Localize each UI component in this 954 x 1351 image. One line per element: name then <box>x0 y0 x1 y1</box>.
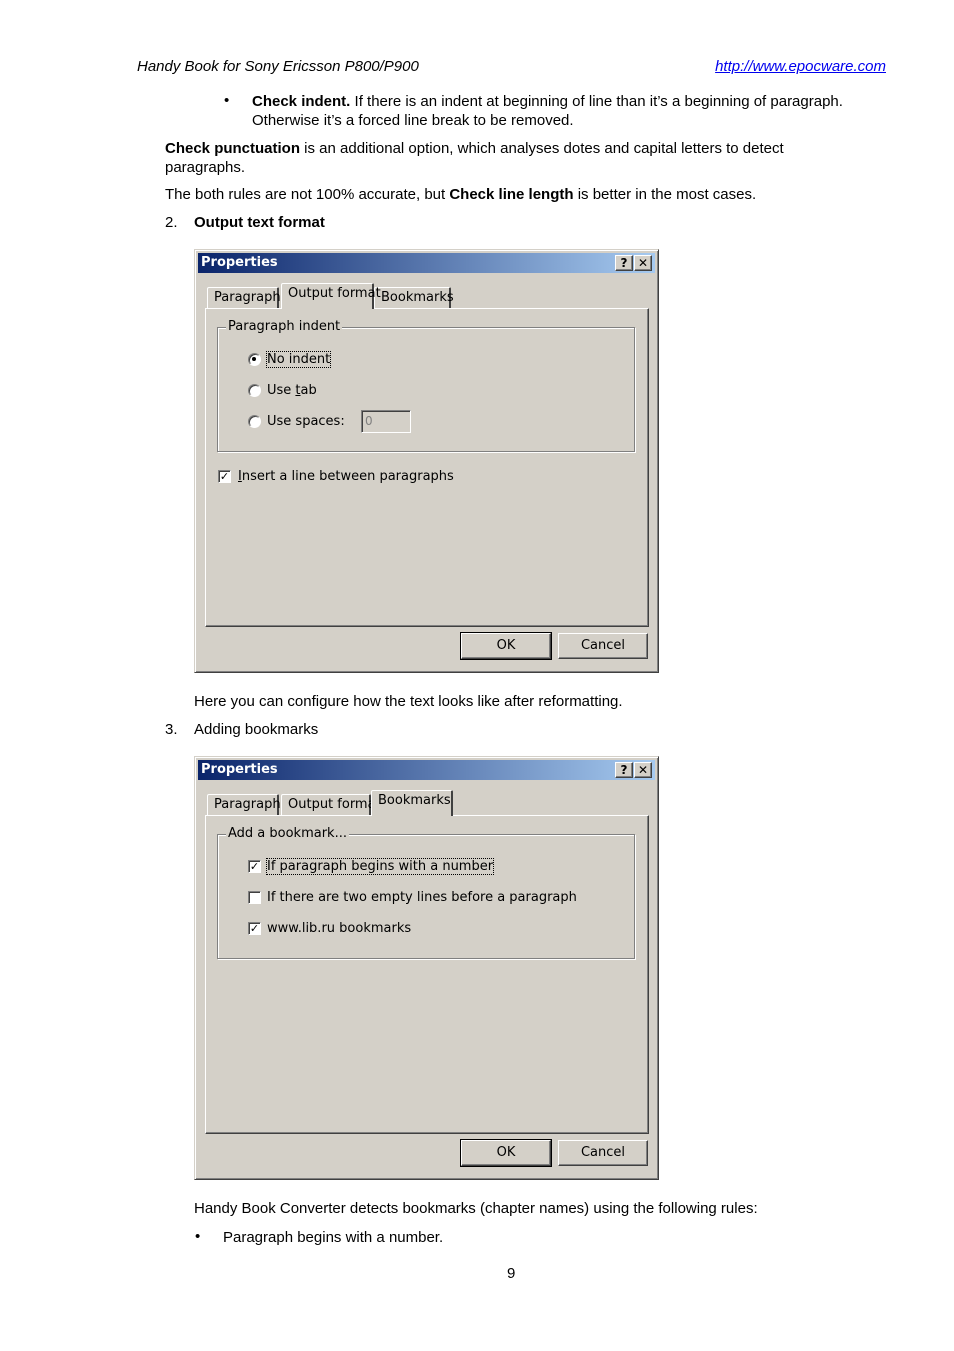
use-tab-pre: Use <box>267 383 296 398</box>
running-header-title: Handy Book for Sony Ericsson P800/P900 <box>137 58 419 75</box>
bullet-begins-number: Paragraph begins with a number. <box>223 1229 444 1246</box>
tab-output-format[interactable]: Output format <box>281 283 381 309</box>
help-icon[interactable]: ? <box>615 762 633 778</box>
paragraph-check-punctuation: Check punctuation is an additional optio… <box>165 139 784 177</box>
dialog-title: Properties <box>201 255 278 270</box>
checkbox-libru-bookmarks[interactable]: ✓ <box>248 922 261 935</box>
checkbox-begins-number[interactable]: ✓ <box>248 860 261 873</box>
bullet-check-indent: Check indent. If there is an indent at b… <box>252 92 843 130</box>
heading-adding-bookmarks: Adding bookmarks <box>194 721 319 738</box>
dialog-titlebar: Properties ? ✕ <box>198 253 655 273</box>
radio-use-spaces[interactable] <box>248 415 261 428</box>
insert-rest: nsert a line between paragraphs <box>241 469 454 484</box>
ok-button[interactable]: OK <box>460 632 552 660</box>
checkbox-label-insert-line[interactable]: Insert a line between paragraphs <box>238 469 454 484</box>
list-number-2: 2. <box>165 214 178 231</box>
ok-button[interactable]: OK <box>460 1139 552 1167</box>
list-number-3: 3. <box>165 721 178 738</box>
checkbox-insert-line[interactable]: ✓ <box>218 470 231 483</box>
dialog-title: Properties <box>201 762 278 777</box>
check-indent-desc: If there is an indent at beginning of li… <box>350 93 843 110</box>
check-punctuation-desc-line2: paragraphs. <box>165 159 246 176</box>
checkbox-label-two-empty-lines[interactable]: If there are two empty lines before a pa… <box>267 890 577 905</box>
checkbox-label-libru-bookmarks[interactable]: www.lib.ru bookmarks <box>267 921 411 936</box>
radio-use-tab[interactable] <box>248 384 261 397</box>
tab-output-format[interactable]: Output format <box>281 794 381 816</box>
checkbox-two-empty-lines[interactable] <box>248 891 261 904</box>
cancel-button[interactable]: Cancel <box>558 633 648 659</box>
check-line-length-term: Check line length <box>449 186 574 203</box>
paragraph-bookmark-rules: Handy Book Converter detects bookmarks (… <box>194 1200 758 1217</box>
bullet-marker: • <box>195 1228 201 1245</box>
use-tab-post: ab <box>300 383 317 398</box>
both-rules-b: is better in the most cases. <box>573 186 757 203</box>
page-number: 9 <box>507 1265 516 1282</box>
tab-paragraph[interactable]: Paragraph <box>207 287 281 309</box>
check-punctuation-desc: is an additional option, which analyses … <box>300 140 784 157</box>
heading-output-text-format: Output text format <box>194 214 325 231</box>
paragraph-both-rules: The both rules are not 100% accurate, bu… <box>165 185 756 204</box>
spaces-count-input[interactable]: 0 <box>361 410 411 433</box>
both-rules-a: The both rules are not 100% accurate, bu… <box>165 186 450 203</box>
header-website-link[interactable]: http://www.epocware.com <box>715 58 886 75</box>
tab-paragraph[interactable]: Paragraph <box>207 794 281 816</box>
bullet-marker: • <box>224 92 230 109</box>
radio-label-no-indent[interactable]: No indent <box>265 351 332 368</box>
cancel-button[interactable]: Cancel <box>558 1140 648 1166</box>
check-indent-term: Check indent. <box>252 93 351 110</box>
checkbox-label-begins-number[interactable]: If paragraph begins with a number <box>265 858 495 875</box>
radio-label-use-tab[interactable]: Use tab <box>267 383 317 398</box>
check-indent-desc-line2: Otherwise it’s a forced line break to be… <box>252 112 574 129</box>
group-label-paragraph-indent: Paragraph indent <box>226 319 343 334</box>
help-icon[interactable]: ? <box>615 255 633 271</box>
paragraph-configure-text: Here you can configure how the text look… <box>194 693 623 710</box>
properties-dialog-bookmarks: Properties ? ✕ Paragraph Output format B… <box>194 756 659 1180</box>
radio-label-use-spaces[interactable]: Use spaces: <box>267 414 345 429</box>
tab-bookmarks[interactable]: Bookmarks <box>374 287 454 309</box>
close-icon[interactable]: ✕ <box>634 762 652 778</box>
close-icon[interactable]: ✕ <box>634 255 652 271</box>
check-punctuation-term: Check punctuation <box>165 140 301 157</box>
properties-dialog-output-format: Properties ? ✕ Paragraph Output format B… <box>194 249 659 673</box>
dialog-titlebar: Properties ? ✕ <box>198 760 655 780</box>
group-label-add-bookmark: Add a bookmark... <box>226 826 349 841</box>
tab-panel-output-format: Paragraph indent No indent Use tab Use s… <box>205 308 649 627</box>
tab-panel-bookmarks: Add a bookmark... ✓ If paragraph begins … <box>205 815 649 1134</box>
tab-bookmarks[interactable]: Bookmarks <box>371 790 453 816</box>
radio-no-indent[interactable] <box>248 353 261 366</box>
